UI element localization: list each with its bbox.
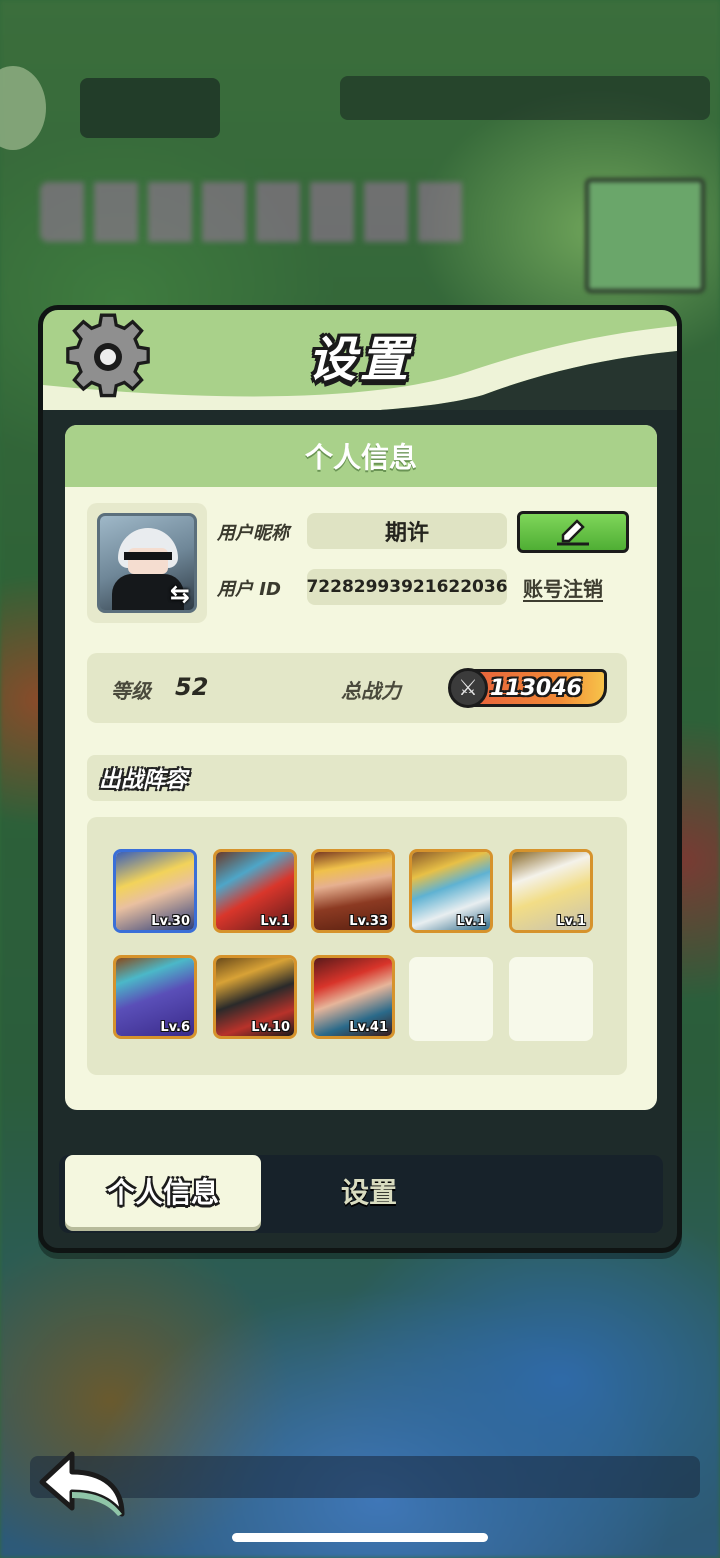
section-title: 个人信息 (65, 425, 657, 487)
user-id-label: 用户 ID (217, 579, 281, 600)
hero-level: Lv.6 (160, 1020, 190, 1035)
hero-slot-3[interactable]: Lv.33 (311, 849, 395, 933)
avatar-frame: ⇆ (87, 503, 207, 623)
stats-row: 等级 52 总战力 ⚔ 113046 (87, 653, 627, 723)
panel-title: 设置 (307, 332, 412, 388)
level-label: 等级 (111, 679, 151, 703)
hero-level: Lv.1 (556, 914, 586, 929)
hero-slot-6[interactable]: Lv.6 (113, 955, 197, 1039)
hero-slot-4[interactable]: Lv.1 (409, 849, 493, 933)
profile-row: ⇆ 用户昵称 期许 用户 ID 72282993921622036 账号注销 (87, 503, 647, 627)
empty-hero-slot[interactable] (409, 957, 493, 1041)
hero-level: Lv.30 (151, 914, 190, 929)
cancel-account-link[interactable]: 账号注销 (523, 573, 603, 602)
home-indicator[interactable] (232, 1533, 488, 1542)
tab-bar: 个人信息 设置 (59, 1155, 663, 1233)
hero-level: Lv.1 (260, 914, 290, 929)
power-label: 总战力 (341, 679, 401, 703)
tab-settings[interactable]: 设置 (269, 1155, 469, 1227)
power-value: 113046 (490, 675, 582, 701)
nickname-label: 用户昵称 (217, 523, 289, 544)
user-id-field: 72282993921622036 (306, 569, 508, 605)
level-value: 52 (175, 673, 209, 701)
avatar-blindfold (124, 552, 172, 560)
hero-level: Lv.1 (456, 914, 486, 929)
user-id-value: 72282993921622036 (306, 577, 508, 597)
crossed-swords-icon: ⚔ (448, 668, 488, 708)
background-hud-player (80, 78, 220, 138)
power-badge: ⚔ 113046 (448, 668, 607, 708)
hero-level: Lv.41 (349, 1020, 388, 1035)
settings-panel: 设置 个人信息 ⇆ 用户昵称 期许 用户 ID 7228299392162203… (38, 305, 682, 1253)
nickname-field: 期许 (307, 513, 507, 549)
hero-slot-2[interactable]: Lv.1 (213, 849, 297, 933)
edit-nickname-button[interactable] (517, 511, 629, 553)
profile-card: 个人信息 ⇆ 用户昵称 期许 用户 ID 72282993921622036 账… (65, 425, 657, 1110)
hero-slot-5[interactable]: Lv.1 (509, 849, 593, 933)
background-chat-bar (30, 1456, 700, 1498)
hero-level: Lv.10 (251, 1020, 290, 1035)
lineup-grid: Lv.30 Lv.1 Lv.33 Lv.1 Lv.1 Lv.6 Lv.10 Lv… (87, 817, 627, 1075)
swap-avatar-icon[interactable]: ⇆ (170, 582, 190, 606)
hero-slot-7[interactable]: Lv.10 (213, 955, 297, 1039)
hero-level: Lv.33 (349, 914, 388, 929)
empty-hero-slot[interactable] (509, 957, 593, 1041)
pencil-icon (557, 519, 589, 546)
back-arrow-icon[interactable] (38, 1448, 130, 1520)
background-hud-resources (340, 76, 710, 120)
tab-personal-info[interactable]: 个人信息 (65, 1155, 261, 1227)
hero-slot-1[interactable]: Lv.30 (113, 849, 197, 933)
avatar[interactable]: ⇆ (97, 513, 197, 613)
background-hero-bar (40, 182, 470, 242)
background-minimap (585, 178, 705, 293)
hero-slot-8[interactable]: Lv.41 (311, 955, 395, 1039)
lineup-title: 出战阵容 (87, 755, 627, 801)
nickname-value: 期许 (384, 521, 429, 546)
panel-header: 设置 (43, 310, 677, 410)
